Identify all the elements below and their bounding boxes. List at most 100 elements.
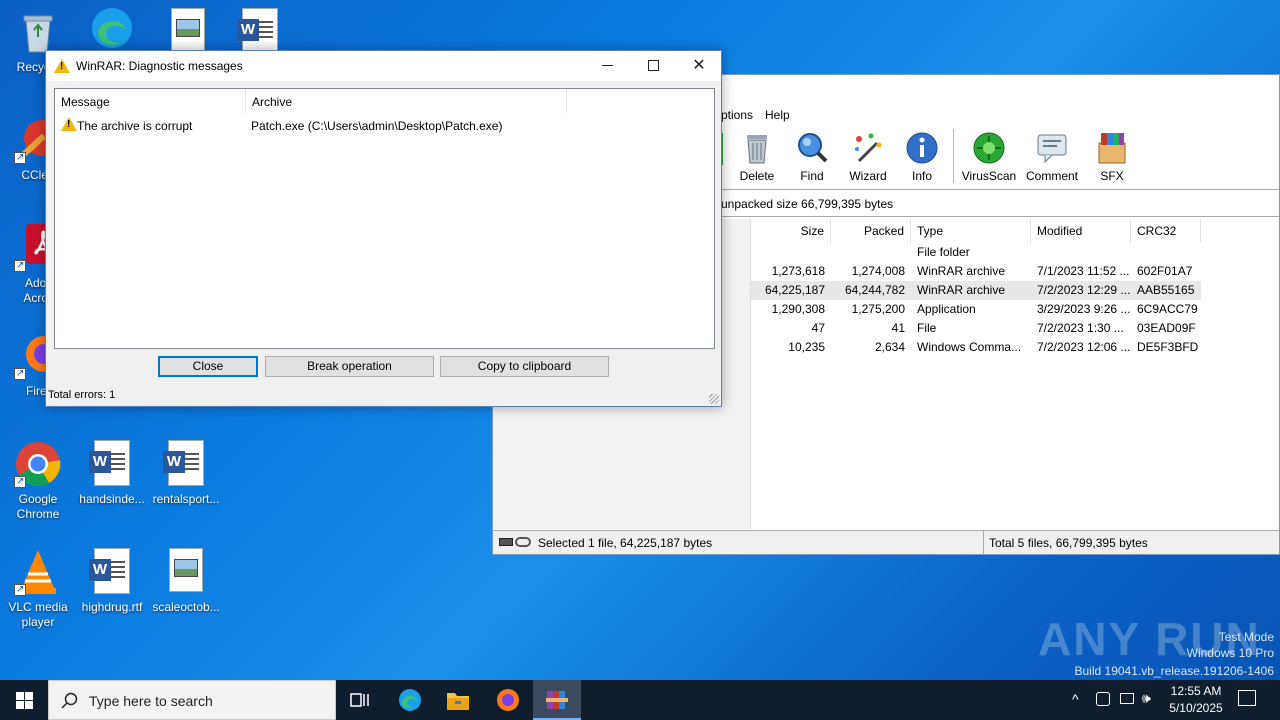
desktop-icon-rentalsport[interactable]: W rentalsport... xyxy=(148,440,224,507)
search-placeholder: Type here to search xyxy=(89,693,213,709)
minimize-icon xyxy=(601,65,613,67)
toolbar-info-button[interactable]: Info xyxy=(893,131,951,183)
toolbar-delete-button[interactable]: Delete xyxy=(728,131,786,183)
menu-help[interactable]: Help xyxy=(765,108,790,122)
notification-icon[interactable] xyxy=(1238,690,1256,706)
firefox-icon xyxy=(497,689,519,711)
desktop-icon-handsinde[interactable]: W handsinde... xyxy=(74,440,150,507)
column-header-crc32[interactable]: CRC32 xyxy=(1131,219,1201,243)
toolbar-sfx-button[interactable]: SFX xyxy=(1083,131,1141,183)
minimize-button[interactable] xyxy=(584,51,630,81)
archive-path: Patch.exe (C:\Users\admin\Desktop\Patch.… xyxy=(251,119,503,133)
start-button[interactable] xyxy=(0,680,48,720)
comment-icon xyxy=(1035,131,1069,165)
status-divider xyxy=(983,531,984,554)
taskbar-winrar[interactable] xyxy=(533,680,581,720)
desktop-icon-highdrug[interactable]: W highdrug.rtf xyxy=(74,548,150,615)
resize-grip[interactable] xyxy=(709,394,719,404)
toolbar-virusscan-button[interactable]: VirusScan xyxy=(960,131,1018,183)
column-header-modified[interactable]: Modified xyxy=(1031,219,1131,243)
cell-type: Application xyxy=(917,302,976,316)
column-header-type[interactable]: Type xyxy=(911,219,1031,243)
sfx-icon xyxy=(1095,131,1129,165)
desktop-icon-label: rentalsport... xyxy=(152,492,220,506)
toolbar-wizard-button[interactable]: Wizard xyxy=(839,131,897,183)
toolbar-find-button[interactable]: Find xyxy=(783,131,841,183)
toolbar-label: Wizard xyxy=(849,169,887,183)
dialog-title-bar[interactable]: WinRAR: Diagnostic messages ✕ xyxy=(46,51,721,81)
toolbar-label: Comment xyxy=(1025,169,1078,183)
cell-size: 47 xyxy=(811,321,825,335)
column-header-message[interactable]: Message xyxy=(55,89,246,113)
network-icon[interactable] xyxy=(1120,693,1134,704)
cell-crc: 602F01A7 xyxy=(1137,264,1193,278)
column-header-packed[interactable]: Packed xyxy=(831,219,911,243)
messages-list[interactable]: Message Archive The archive is corrupt P… xyxy=(54,88,715,349)
toolbar-label: SFX xyxy=(1100,169,1124,183)
menu-options[interactable]: ptions xyxy=(721,108,753,122)
cell-crc: DE5F3BFD xyxy=(1137,340,1199,354)
watermark-test-mode: Test Mode xyxy=(1218,630,1274,644)
taskbar-edge[interactable] xyxy=(386,680,434,720)
cell-modified: 7/2/2023 12:29 ... xyxy=(1037,283,1131,297)
volume-icon[interactable]: 🕪 xyxy=(1142,690,1151,707)
vlc-icon xyxy=(14,548,62,597)
table-row[interactable]: 1,273,618 1,274,008 WinRAR archive 7/1/2… xyxy=(751,262,1201,281)
security-icon[interactable] xyxy=(1096,692,1110,706)
cell-type: File folder xyxy=(917,245,970,259)
desktop-icon-label: highdrug.rtf xyxy=(81,600,143,614)
close-button[interactable]: Close xyxy=(158,356,258,377)
cell-type: File xyxy=(917,321,937,335)
desktop-icon-chrome[interactable]: Google Chrome xyxy=(0,440,76,522)
chevron-up-icon[interactable]: ^ xyxy=(1072,691,1079,707)
cell-packed: 1,275,200 xyxy=(851,302,905,316)
cell-packed: 64,244,782 xyxy=(844,283,905,297)
cell-type: WinRAR archive xyxy=(917,264,1006,278)
cell-crc: 6C9ACC79 xyxy=(1137,302,1198,316)
table-row[interactable]: File folder xyxy=(751,243,1201,262)
maximize-button[interactable] xyxy=(630,51,676,81)
list-item[interactable]: The archive is corrupt Patch.exe (C:\Use… xyxy=(61,117,701,135)
desktop-icon-image-file[interactable] xyxy=(150,8,226,52)
break-operation-button[interactable]: Break operation xyxy=(265,356,434,377)
desktop-icon-edge[interactable] xyxy=(74,4,150,56)
table-row[interactable]: 47 41 File 7/2/2023 1:30 ... 03EAD09F xyxy=(751,319,1201,338)
cell-size: 64,225,187 xyxy=(764,283,825,297)
toolbar-comment-button[interactable]: Comment xyxy=(1023,131,1081,183)
copy-to-clipboard-button[interactable]: Copy to clipboard xyxy=(440,356,609,377)
task-view-button[interactable] xyxy=(336,680,384,720)
cell-packed: 41 xyxy=(891,321,905,335)
watermark-os: Windows 10 Pro xyxy=(1186,646,1274,660)
word-document-icon: W xyxy=(89,548,130,594)
word-document-icon: W xyxy=(163,440,204,486)
column-header-size[interactable]: Size xyxy=(751,219,831,243)
maximize-icon xyxy=(647,60,659,72)
taskbar-search-box[interactable]: Type here to search xyxy=(48,680,336,720)
dialog-title: WinRAR: Diagnostic messages xyxy=(76,59,243,73)
virus-icon xyxy=(972,131,1006,165)
dialog-status: Total errors: 1 xyxy=(48,389,116,401)
address-text: unpacked size 66,799,395 bytes xyxy=(721,197,894,211)
chrome-icon xyxy=(14,440,62,489)
cell-crc: AAB55165 xyxy=(1137,283,1195,297)
desktop-icon-scaleoctob[interactable]: scaleoctob... xyxy=(148,548,224,615)
table-row[interactable]: 10,235 2,634 Windows Comma... 7/2/2023 1… xyxy=(751,338,1201,357)
taskbar-firefox[interactable] xyxy=(484,680,532,720)
status-bar: Selected 1 file, 64,225,187 bytes Total … xyxy=(493,530,1279,554)
cell-crc: 03EAD09F xyxy=(1137,321,1196,335)
table-row-selected[interactable]: 64,225,187 64,244,782 WinRAR archive 7/2… xyxy=(751,281,1201,300)
desktop-icon-vlc[interactable]: VLC media player xyxy=(0,548,76,630)
column-header-archive[interactable]: Archive xyxy=(246,89,567,113)
desktop-icon-word-file[interactable]: W xyxy=(222,8,298,54)
desktop-icon-label: scaleoctob... xyxy=(152,600,220,614)
wand-icon xyxy=(851,131,885,165)
clock-time: 12:55 AM xyxy=(1170,684,1222,698)
close-window-button[interactable]: ✕ xyxy=(676,51,722,81)
trash-icon xyxy=(740,131,774,165)
taskbar-file-explorer[interactable] xyxy=(434,680,482,720)
toolbar-label: Find xyxy=(800,169,824,183)
system-tray: ^ 🕪 xyxy=(1068,680,1158,720)
winrar-icon xyxy=(546,691,568,709)
table-row[interactable]: 1,290,308 1,275,200 Application 3/29/202… xyxy=(751,300,1201,319)
taskbar-clock[interactable]: 12:55 AM 5/10/2025 xyxy=(1160,683,1232,717)
